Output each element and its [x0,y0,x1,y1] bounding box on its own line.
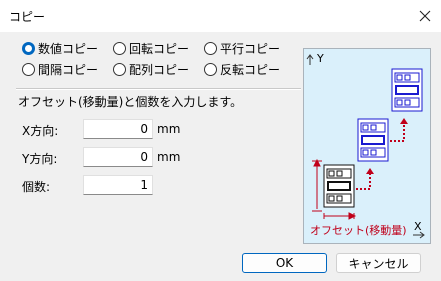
count-input[interactable] [83,175,153,195]
count-label: 個数: [22,180,51,194]
radio-indicator [113,41,126,55]
cancel-button[interactable]: キャンセル [336,253,421,273]
radio-indicator [204,62,217,76]
copied-part-icon [391,68,423,112]
radio-rotate-copy[interactable]: 回転コピー [113,40,189,56]
preview-panel: Y X オフセット(移動量) [303,48,431,244]
copied-part-icon [357,118,389,162]
radio-label: 平行コピー [220,41,281,56]
y-offset-input[interactable] [83,147,153,167]
x-offset-input[interactable] [83,119,153,139]
radio-label: 間隔コピー [38,62,99,77]
x-axis-label: X [414,220,422,233]
radio-label: 反転コピー [220,62,281,77]
radio-label: 配列コピー [129,62,190,77]
x-offset-label: X方向: [22,124,59,138]
title-bar: コピー [0,0,441,32]
radio-label: 数値コピー [38,41,99,56]
ok-button[interactable]: OK [242,253,327,273]
radio-mirror-copy[interactable]: 反転コピー [204,61,280,77]
instruction-text: オフセット(移動量)と個数を入力します。 [18,95,243,109]
window-title: コピー [9,10,46,24]
radio-parallel-copy[interactable]: 平行コピー [204,40,280,56]
y-offset-unit: mm [157,150,181,164]
radio-array-copy[interactable]: 配列コピー [113,61,189,77]
close-button[interactable] [409,0,441,32]
radio-interval-copy[interactable]: 間隔コピー [22,61,98,77]
original-part-icon [323,164,355,208]
radio-indicator-checked [22,41,35,55]
x-offset-unit: mm [157,122,181,136]
preview-diagram [306,54,425,239]
y-axis-label: Y [317,52,324,65]
separator [16,88,301,90]
y-axis-arrow-icon [306,54,314,65]
radio-label: 回転コピー [129,41,190,56]
radio-indicator [113,62,126,76]
radio-indicator [204,41,217,55]
radio-numeric-copy[interactable]: 数値コピー [22,40,98,56]
y-offset-label: Y方向: [22,152,58,166]
offset-label: オフセット(移動量) [310,224,407,237]
radio-indicator [22,62,35,76]
close-icon [419,10,431,22]
